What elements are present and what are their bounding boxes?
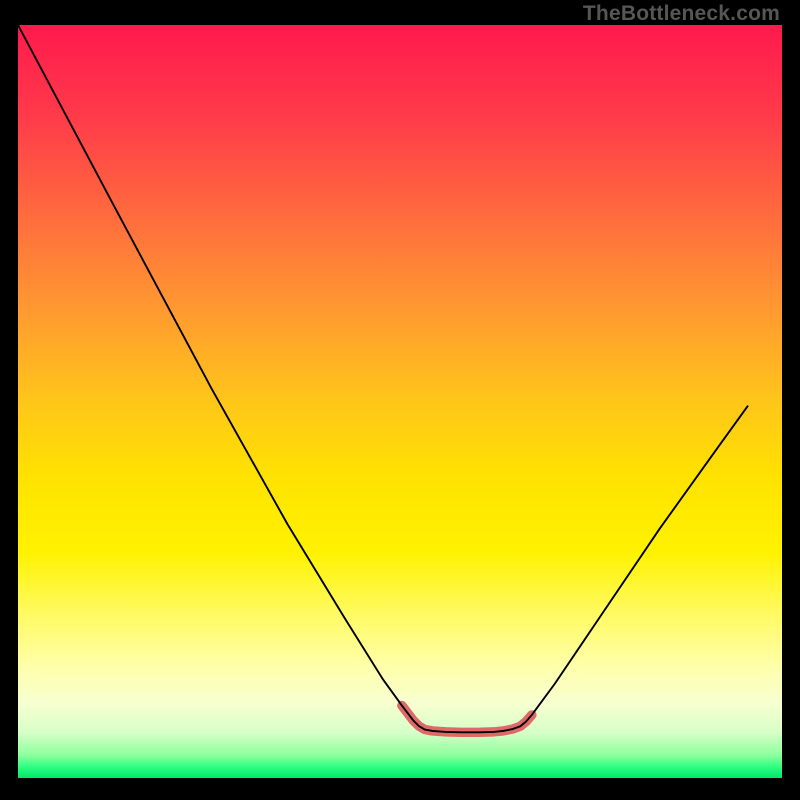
plot-region xyxy=(18,25,782,778)
watermark-text: TheBottleneck.com xyxy=(583,2,780,26)
chart-svg xyxy=(18,25,782,778)
curve-line xyxy=(18,25,748,732)
chart-frame: TheBottleneck.com xyxy=(0,0,800,800)
